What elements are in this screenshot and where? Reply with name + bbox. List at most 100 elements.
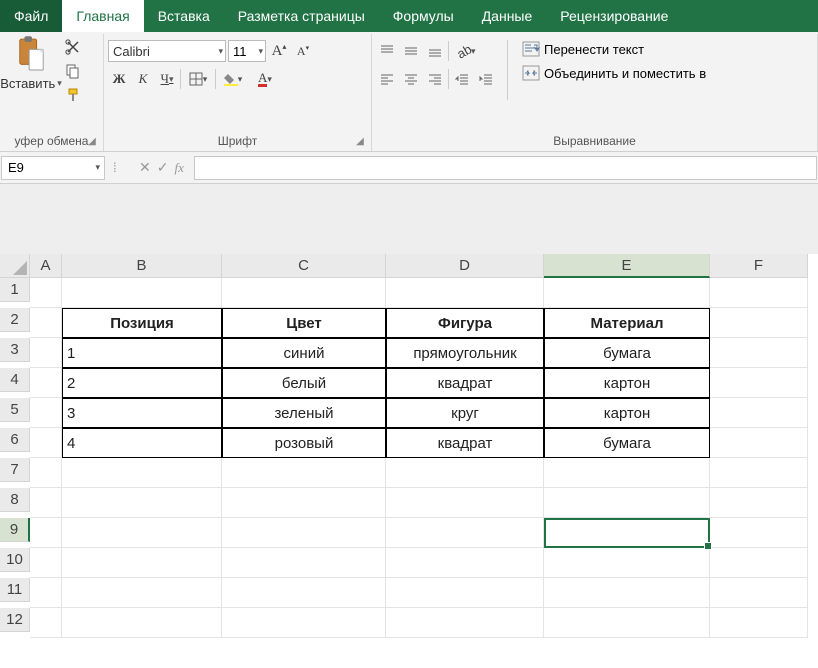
fill-color-button[interactable]: ▾ [218, 68, 248, 90]
cell-A1[interactable] [30, 278, 62, 308]
cell-B3[interactable]: 1 [62, 338, 222, 368]
orientation-button[interactable]: ab▾ [451, 40, 481, 62]
cell-A5[interactable] [30, 398, 62, 428]
cell-B7[interactable] [62, 458, 222, 488]
tab-home[interactable]: Главная [62, 0, 143, 32]
font-name-select[interactable]: Calibri ▾ [108, 40, 226, 62]
cell-D5[interactable]: круг [386, 398, 544, 428]
cell-D8[interactable] [386, 488, 544, 518]
cell-F4[interactable] [710, 368, 808, 398]
align-right-button[interactable] [424, 68, 446, 90]
cell-F11[interactable] [710, 578, 808, 608]
cancel-formula-button[interactable]: ✕ [139, 159, 151, 176]
align-left-button[interactable] [376, 68, 398, 90]
col-header-D[interactable]: D [386, 254, 544, 278]
cell-B5[interactable]: 3 [62, 398, 222, 428]
cell-E4[interactable]: картон [544, 368, 710, 398]
cell-D9[interactable] [386, 518, 544, 548]
cell-E8[interactable] [544, 488, 710, 518]
bold-button[interactable]: Ж [108, 68, 130, 90]
cell-A10[interactable] [30, 548, 62, 578]
cell-D6[interactable]: квадрат [386, 428, 544, 458]
col-header-E[interactable]: E [544, 254, 710, 278]
tab-formulas[interactable]: Формулы [379, 0, 468, 32]
row-header-8[interactable]: 8 [0, 488, 30, 512]
name-box[interactable]: E9 ▾ [1, 156, 105, 180]
cell-E12[interactable] [544, 608, 710, 638]
cell-E7[interactable] [544, 458, 710, 488]
cell-D12[interactable] [386, 608, 544, 638]
cell-D7[interactable] [386, 458, 544, 488]
row-header-6[interactable]: 6 [0, 428, 30, 452]
paste-button[interactable]: Вставить▾ [4, 36, 58, 91]
cell-F8[interactable] [710, 488, 808, 518]
italic-button[interactable]: К [132, 68, 154, 90]
cell-B10[interactable] [62, 548, 222, 578]
grow-font-button[interactable]: A▴ [268, 40, 290, 62]
spreadsheet-grid[interactable]: ABCDEF12ПозицияЦветФигураМатериал31синий… [0, 254, 818, 638]
cell-D3[interactable]: прямоугольник [386, 338, 544, 368]
merge-center-button[interactable]: Объединить и поместить в [518, 64, 710, 82]
cell-F9[interactable] [710, 518, 808, 548]
cell-A11[interactable] [30, 578, 62, 608]
cell-E1[interactable] [544, 278, 710, 308]
accept-formula-button[interactable]: ✓ [157, 159, 169, 176]
cell-A6[interactable] [30, 428, 62, 458]
cell-D11[interactable] [386, 578, 544, 608]
cell-D1[interactable] [386, 278, 544, 308]
cell-B4[interactable]: 2 [62, 368, 222, 398]
cell-E6[interactable]: бумага [544, 428, 710, 458]
col-header-B[interactable]: B [62, 254, 222, 278]
row-header-4[interactable]: 4 [0, 368, 30, 392]
tab-review[interactable]: Рецензирование [546, 0, 682, 32]
col-header-F[interactable]: F [710, 254, 808, 278]
font-size-select[interactable]: 11 ▾ [228, 40, 266, 62]
row-header-2[interactable]: 2 [0, 308, 30, 332]
cell-D2[interactable]: Фигура [386, 308, 544, 338]
cell-F2[interactable] [710, 308, 808, 338]
row-header-3[interactable]: 3 [0, 338, 30, 362]
cell-D4[interactable]: квадрат [386, 368, 544, 398]
cell-B1[interactable] [62, 278, 222, 308]
align-top-button[interactable] [376, 40, 398, 62]
cell-D10[interactable] [386, 548, 544, 578]
decrease-indent-button[interactable] [451, 68, 473, 90]
cell-C7[interactable] [222, 458, 386, 488]
font-color-button[interactable]: А ▾ [250, 68, 280, 90]
col-header-A[interactable]: A [30, 254, 62, 278]
copy-button[interactable] [62, 60, 84, 82]
wrap-text-button[interactable]: Перенести текст [518, 40, 710, 58]
cell-F7[interactable] [710, 458, 808, 488]
tab-page-layout[interactable]: Разметка страницы [224, 0, 379, 32]
cell-C2[interactable]: Цвет [222, 308, 386, 338]
cell-E2[interactable]: Материал [544, 308, 710, 338]
select-all-corner[interactable] [0, 254, 30, 278]
cell-E10[interactable] [544, 548, 710, 578]
cell-C6[interactable]: розовый [222, 428, 386, 458]
tab-data[interactable]: Данные [468, 0, 547, 32]
row-header-11[interactable]: 11 [0, 578, 30, 602]
cell-A4[interactable] [30, 368, 62, 398]
increase-indent-button[interactable] [475, 68, 497, 90]
cell-A9[interactable] [30, 518, 62, 548]
cell-A12[interactable] [30, 608, 62, 638]
cell-F1[interactable] [710, 278, 808, 308]
dialog-launcher-icon[interactable]: ◢ [355, 137, 365, 147]
row-header-1[interactable]: 1 [0, 278, 30, 302]
cell-F6[interactable] [710, 428, 808, 458]
align-bottom-button[interactable] [424, 40, 446, 62]
col-header-C[interactable]: C [222, 254, 386, 278]
align-middle-button[interactable] [400, 40, 422, 62]
cell-C9[interactable] [222, 518, 386, 548]
cell-C1[interactable] [222, 278, 386, 308]
cell-C12[interactable] [222, 608, 386, 638]
cell-C5[interactable]: зеленый [222, 398, 386, 428]
row-header-7[interactable]: 7 [0, 458, 30, 482]
cell-E5[interactable]: картон [544, 398, 710, 428]
cell-B8[interactable] [62, 488, 222, 518]
cell-B12[interactable] [62, 608, 222, 638]
cell-F10[interactable] [710, 548, 808, 578]
cell-B2[interactable]: Позиция [62, 308, 222, 338]
cell-E11[interactable] [544, 578, 710, 608]
cell-B11[interactable] [62, 578, 222, 608]
